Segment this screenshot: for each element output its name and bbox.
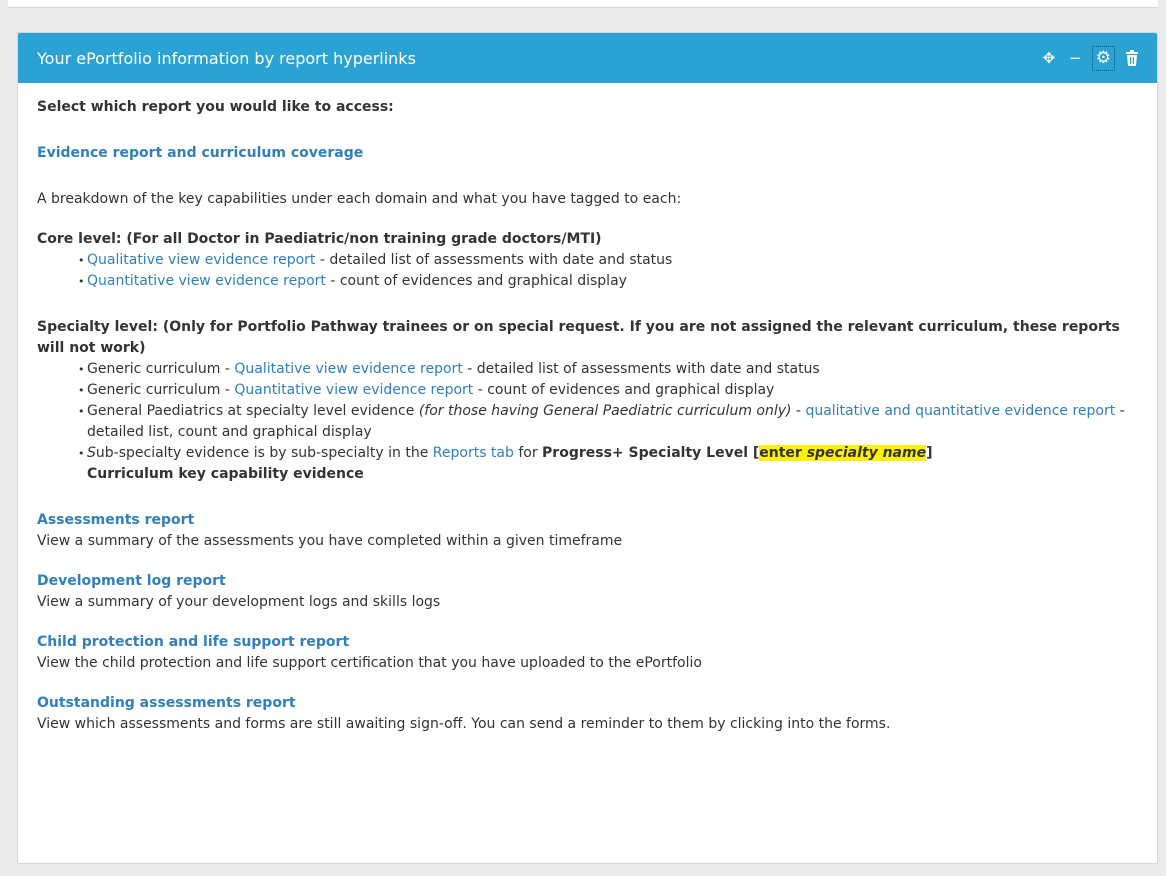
reports-tab-link[interactable]: Reports tab xyxy=(433,445,514,461)
panel-body: Select which report you would like to ac… xyxy=(18,83,1157,735)
list-item: Sub-specialty evidence is by sub-special… xyxy=(78,443,1138,485)
minimize-icon[interactable]: − xyxy=(1069,50,1082,66)
list-item-note: (for those having General Paediatric cur… xyxy=(418,403,792,419)
assessments-report-description: View a summary of the assessments you ha… xyxy=(37,533,623,549)
evidence-report-link[interactable]: Evidence report and curriculum coverage xyxy=(37,143,363,164)
list-item-text: ub-specialty evidence is by sub-specialt… xyxy=(95,445,433,461)
panel-title: Your ePortfolio information by report hy… xyxy=(37,48,416,68)
list-item-text: Generic curriculum - xyxy=(87,382,235,398)
highlight-text: enter xyxy=(759,445,807,461)
list-item: Quantitative view evidence report - coun… xyxy=(78,271,1138,292)
outstanding-assessments-report-link[interactable]: Outstanding assessments report xyxy=(37,693,296,714)
evidence-description: A breakdown of the key capabilities unde… xyxy=(37,191,682,207)
highlight-text: specialty name xyxy=(806,445,927,461)
core-quantitative-link[interactable]: Quantitative view evidence report xyxy=(87,273,326,289)
general-paediatrics-report-link[interactable]: qualitative and quantitative evidence re… xyxy=(805,403,1115,419)
list-item: Generic curriculum - Quantitative view e… xyxy=(78,380,1138,401)
generic-quantitative-link[interactable]: Quantitative view evidence report xyxy=(234,382,473,398)
list-item: Generic curriculum - Qualitative view ev… xyxy=(78,359,1138,380)
assessments-report-link[interactable]: Assessments report xyxy=(37,510,194,531)
list-item: Qualitative view evidence report - detai… xyxy=(78,250,1138,271)
child-protection-report-description: View the child protection and life suppo… xyxy=(37,655,702,671)
list-item-text: - count of evidences and graphical displ… xyxy=(325,273,627,289)
trash-icon-svg xyxy=(1126,50,1138,66)
list-item: General Paediatrics at specialty level e… xyxy=(78,401,1138,443)
panel-header: Your ePortfolio information by report hy… xyxy=(18,33,1157,83)
child-protection-report-link[interactable]: Child protection and life support report xyxy=(37,632,349,653)
list-item-text: for xyxy=(513,445,543,461)
panel-tools: ✥ − ⚙ xyxy=(1043,45,1139,71)
gear-icon[interactable]: ⚙ xyxy=(1091,45,1116,71)
list-item-text: S xyxy=(87,445,96,461)
trash-icon[interactable] xyxy=(1125,50,1139,66)
generic-qualitative-link[interactable]: Qualitative view evidence report xyxy=(234,361,462,377)
core-level-heading: Core level: (For all Doctor in Paediatri… xyxy=(37,231,602,247)
specialty-level-list: Generic curriculum - Qualitative view ev… xyxy=(37,359,1138,485)
list-item-text: - xyxy=(791,403,806,419)
outstanding-assessments-report-description: View which assessments and forms are sti… xyxy=(37,716,891,732)
list-item-bold: Curriculum key capability evidence xyxy=(87,466,364,482)
core-qualitative-link[interactable]: Qualitative view evidence report xyxy=(87,252,315,268)
move-icon[interactable]: ✥ xyxy=(1043,50,1056,66)
list-item-text: - detailed list of assessments with date… xyxy=(315,252,673,268)
specialty-level-heading: Specialty level: (Only for Portfolio Pat… xyxy=(37,319,1120,356)
list-item-bold: Progress+ Specialty Level [ xyxy=(542,445,760,461)
report-links-panel: Your ePortfolio information by report hy… xyxy=(17,32,1158,864)
list-item-text: - count of evidences and graphical displ… xyxy=(473,382,775,398)
intro-text: Select which report you would like to ac… xyxy=(37,99,394,115)
highlighted-placeholder: enter specialty name xyxy=(759,445,927,461)
list-item-text: Generic curriculum - xyxy=(87,361,235,377)
development-log-report-link[interactable]: Development log report xyxy=(37,571,226,592)
list-item-text: - detailed list of assessments with date… xyxy=(462,361,820,377)
development-log-report-description: View a summary of your development logs … xyxy=(37,594,441,610)
core-level-list: Qualitative view evidence report - detai… xyxy=(37,250,1138,292)
list-item-bold: ] xyxy=(926,445,933,461)
list-item-text: General Paediatrics at specialty level e… xyxy=(87,403,419,419)
top-strip xyxy=(8,0,1158,8)
